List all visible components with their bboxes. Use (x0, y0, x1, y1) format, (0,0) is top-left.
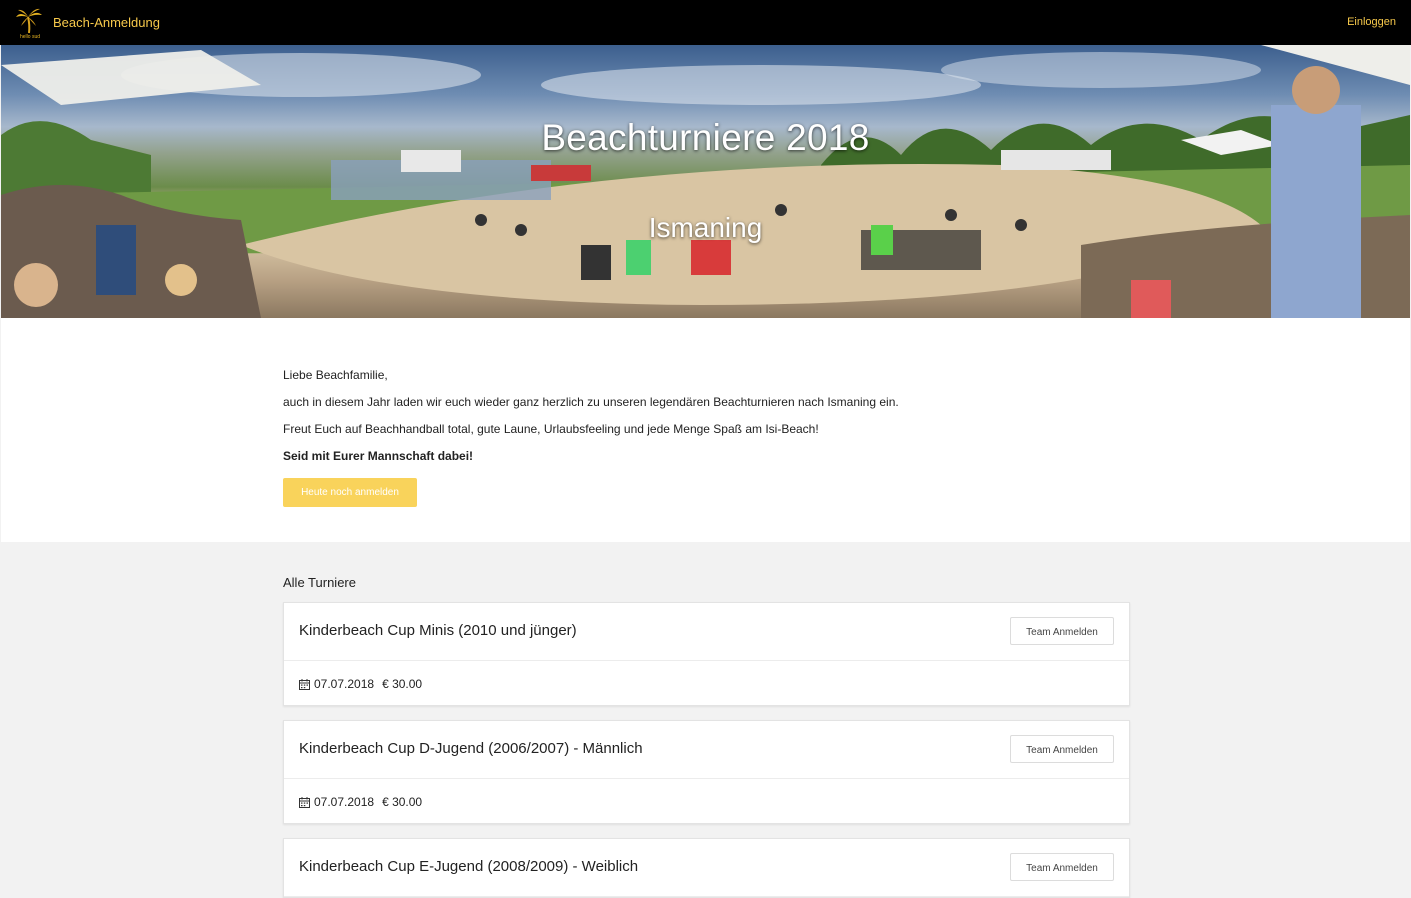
tournament-card: Kinderbeach Cup D-Jugend (2006/2007) - M… (283, 720, 1130, 824)
register-team-button[interactable]: Team Anmelden (1010, 853, 1114, 881)
intro-section: Liebe Beachfamilie, auch in diesem Jahr … (1, 318, 1410, 542)
tournament-price: € 30.00 (382, 795, 423, 809)
calendar-icon (299, 678, 310, 690)
tournament-meta: 07.07.2018 € 30.00 (299, 795, 422, 809)
brand-link[interactable]: hello sud Beach-Anmeldung (14, 7, 160, 39)
hero-subtitle: Ismaning (648, 212, 763, 243)
intro-content: Liebe Beachfamilie, auch in diesem Jahr … (283, 368, 1143, 507)
calendar-icon (299, 796, 310, 808)
register-team-button[interactable]: Team Anmelden (1010, 617, 1114, 645)
brand-label: Beach-Anmeldung (53, 15, 160, 30)
tournament-meta: 07.07.2018 € 30.00 (299, 677, 422, 691)
intro-line-1: auch in diesem Jahr laden wir euch wiede… (283, 395, 899, 409)
tournament-date: 07.07.2018 (314, 677, 375, 691)
tournament-date: 07.07.2018 (314, 795, 375, 809)
card-header: Kinderbeach Cup D-Jugend (2006/2007) - M… (284, 721, 1129, 779)
card-header: Kinderbeach Cup E-Jugend (2008/2009) - W… (284, 839, 1129, 897)
tournaments-heading: Alle Turniere (283, 575, 356, 590)
svg-text:hello sud: hello sud (20, 34, 40, 39)
intro-line-3: Seid mit Eurer Mannschaft dabei! (283, 449, 474, 463)
intro-greeting: Liebe Beachfamilie, (283, 368, 388, 382)
tournament-title: Kinderbeach Cup E-Jugend (2008/2009) - W… (299, 858, 639, 875)
palm-tree-logo-icon: hello sud (16, 8, 42, 39)
tournament-title: Kinderbeach Cup Minis (2010 und jünger) (299, 622, 577, 639)
hero-banner: Beachturniere 2018 Ismaning (1, 45, 1410, 318)
card-body: 07.07.2018 € 30.00 (284, 661, 1129, 705)
tournament-card: Kinderbeach Cup E-Jugend (2008/2009) - W… (283, 838, 1130, 898)
hero-photo (1, 45, 1410, 318)
register-today-button[interactable]: Heute noch anmelden (283, 478, 417, 507)
top-navbar: hello sud Beach-Anmeldung Einloggen (0, 0, 1411, 45)
card-header: Kinderbeach Cup Minis (2010 und jünger) … (284, 603, 1129, 661)
card-body: 07.07.2018 € 30.00 (284, 779, 1129, 823)
tournament-card: Kinderbeach Cup Minis (2010 und jünger) … (283, 602, 1130, 706)
tournament-title: Kinderbeach Cup D-Jugend (2006/2007) - M… (299, 740, 643, 757)
intro-line-2: Freut Euch auf Beachhandball total, gute… (283, 422, 819, 436)
register-team-button[interactable]: Team Anmelden (1010, 735, 1114, 763)
hero-title: Beachturniere 2018 (541, 117, 870, 158)
login-link[interactable]: Einloggen (1347, 0, 1396, 45)
tournament-price: € 30.00 (382, 677, 423, 691)
